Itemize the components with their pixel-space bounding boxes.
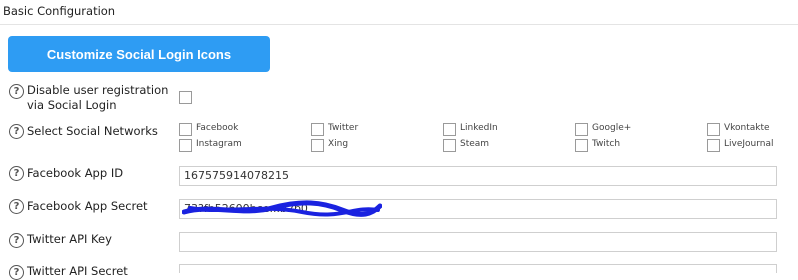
network-checkbox-twitch[interactable] <box>575 139 588 152</box>
network-checkbox-xing[interactable] <box>311 139 324 152</box>
facebook-app-id-label: Facebook App ID <box>27 166 124 180</box>
help-icon[interactable]: ? <box>9 233 24 248</box>
redaction-scribble <box>182 200 382 217</box>
select-networks-label: Select Social Networks <box>27 124 158 138</box>
network-checkbox-instagram[interactable] <box>179 139 192 152</box>
network-checkbox-twitter[interactable] <box>311 123 324 136</box>
customize-social-login-icons-button[interactable]: Customize Social Login Icons <box>8 36 270 72</box>
facebook-app-id-input[interactable]: 167575914078215 <box>179 166 777 186</box>
network-label-twitch: Twitch <box>592 139 621 149</box>
help-icon[interactable]: ? <box>9 84 24 99</box>
network-label-googleplus: Google+ <box>592 123 632 133</box>
disable-registration-label-line2: via Social Login <box>27 98 117 112</box>
network-label-xing: Xing <box>328 139 349 149</box>
help-icon[interactable]: ? <box>9 199 24 214</box>
twitter-api-key-label: Twitter API Key <box>27 232 112 246</box>
network-label-vkontakte: Vkontakte <box>724 123 770 133</box>
twitter-api-secret-label: Twitter API Secret <box>27 264 128 278</box>
help-icon[interactable]: ? <box>9 166 24 181</box>
network-label-twitter: Twitter <box>328 123 359 133</box>
network-checkbox-steam[interactable] <box>443 139 456 152</box>
network-label-steam: Steam <box>460 139 490 149</box>
section-title: Basic Configuration <box>3 4 116 18</box>
network-checkbox-facebook[interactable] <box>179 123 192 136</box>
twitter-api-key-input[interactable] <box>179 232 777 252</box>
help-icon[interactable]: ? <box>9 124 24 139</box>
twitter-api-secret-input[interactable] <box>179 264 777 273</box>
network-label-instagram: Instagram <box>196 139 242 149</box>
divider <box>0 24 798 25</box>
network-label-linkedin: LinkedIn <box>460 123 498 133</box>
network-label-facebook: Facebook <box>196 123 239 133</box>
network-checkbox-livejournal[interactable] <box>707 139 720 152</box>
facebook-app-secret-label: Facebook App Secret <box>27 199 148 213</box>
disable-registration-label-line1: Disable user registration <box>27 83 169 97</box>
disable-registration-checkbox[interactable] <box>179 91 192 104</box>
network-label-livejournal: LiveJournal <box>724 139 774 149</box>
disable-registration-label: Disable user registration via Social Log… <box>27 83 168 113</box>
network-checkbox-linkedin[interactable] <box>443 123 456 136</box>
network-checkbox-googleplus[interactable] <box>575 123 588 136</box>
network-checkbox-vkontakte[interactable] <box>707 123 720 136</box>
